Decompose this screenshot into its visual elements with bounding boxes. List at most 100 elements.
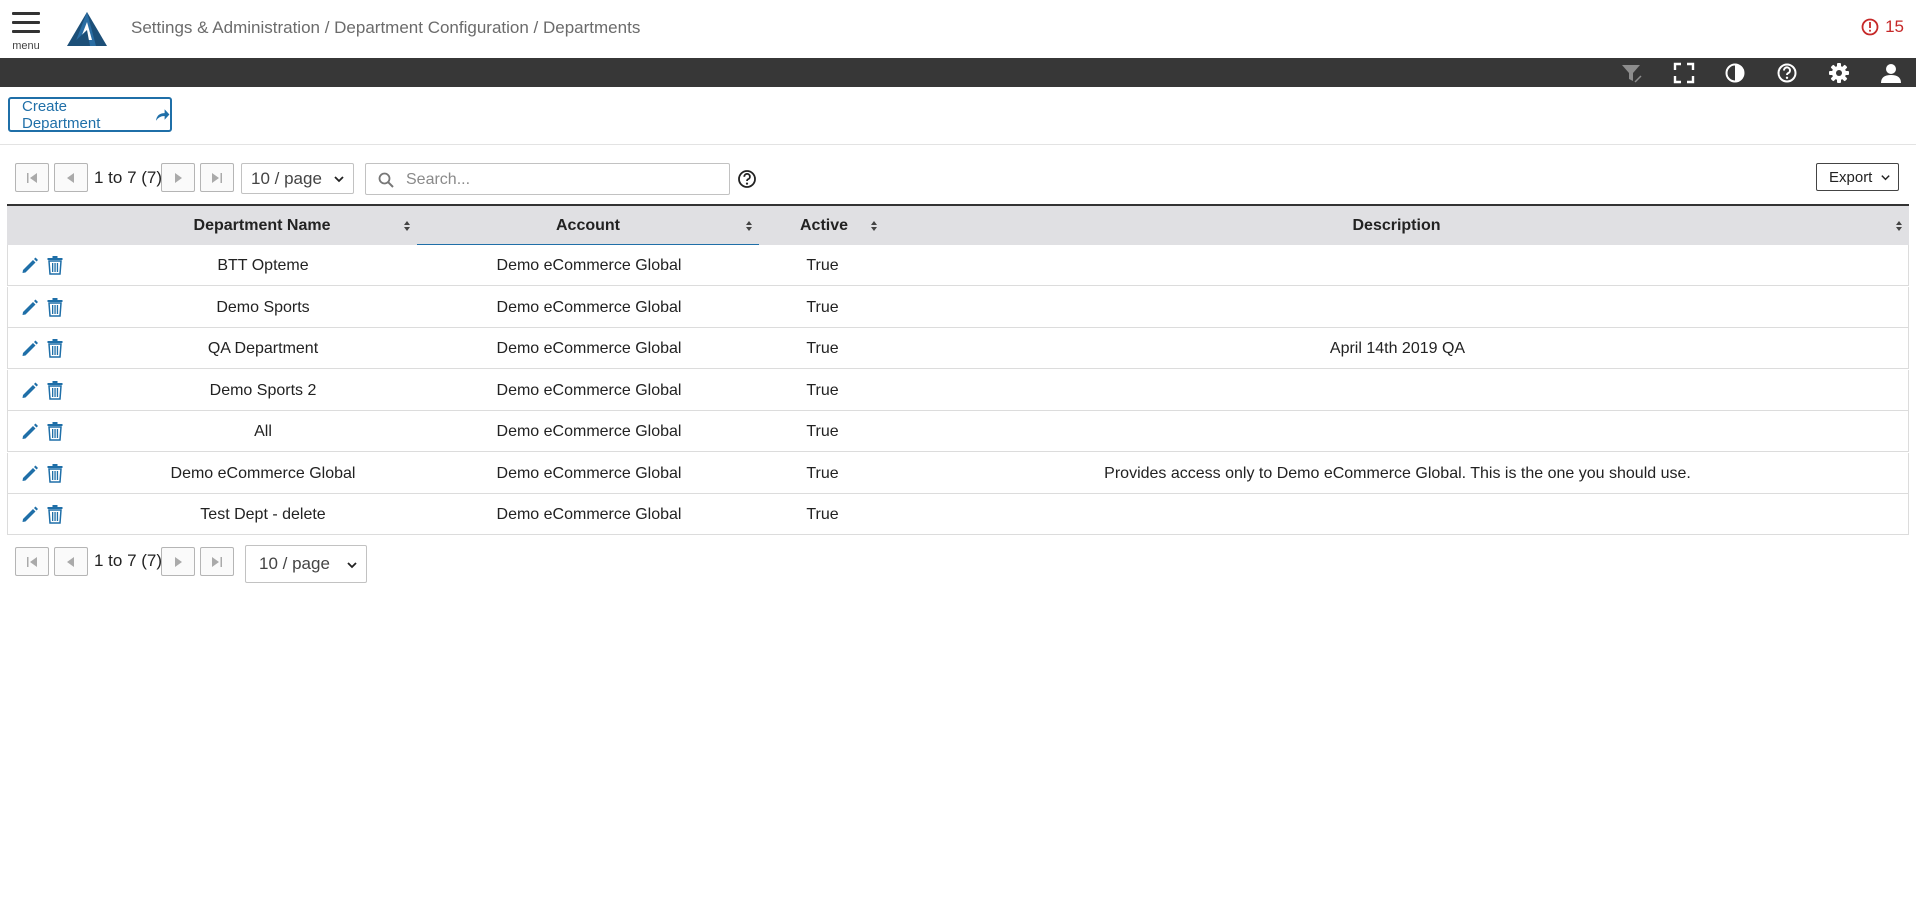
prev-page-icon — [67, 556, 74, 567]
filter-icon[interactable] — [1620, 62, 1642, 84]
edit-icon[interactable] — [20, 338, 38, 358]
last-page-button[interactable] — [200, 163, 234, 192]
delete-icon[interactable] — [46, 297, 64, 317]
column-header-department-name[interactable]: Department Name — [107, 206, 417, 245]
cell-description — [885, 245, 1910, 286]
search-input[interactable] — [404, 168, 718, 192]
delete-icon[interactable] — [46, 255, 64, 275]
alert-count: 15 — [1885, 17, 1904, 36]
create-department-button[interactable]: Create Department — [8, 97, 172, 132]
cell-active: True — [806, 339, 839, 357]
alert-indicator[interactable]: 15 — [1861, 17, 1904, 37]
edit-icon[interactable] — [20, 504, 38, 524]
prev-page-icon — [67, 172, 74, 183]
sort-icon — [871, 221, 877, 231]
table-row: QA Department Demo eCommerce Global True Ap… — [7, 328, 1909, 369]
first-page-button[interactable] — [15, 163, 49, 192]
cell-active: True — [806, 298, 839, 316]
breadcrumb-item-department-configuration[interactable]: Department Configuration — [334, 18, 529, 37]
first-page-button[interactable] — [15, 547, 49, 576]
edit-icon[interactable] — [20, 255, 38, 275]
divider — [0, 144, 1916, 145]
delete-icon[interactable] — [46, 338, 64, 358]
cell-account: Demo eCommerce Global — [496, 256, 682, 274]
sort-icon — [746, 221, 752, 231]
column-header-description[interactable]: Description — [884, 206, 1909, 245]
edit-icon[interactable] — [20, 421, 38, 441]
cell-description — [885, 411, 1910, 452]
breadcrumb-item-settings[interactable]: Settings & Administration — [131, 18, 320, 37]
prev-page-button[interactable] — [54, 547, 88, 576]
last-page-icon — [212, 556, 222, 567]
last-page-button[interactable] — [200, 547, 234, 576]
delete-icon[interactable] — [46, 504, 64, 524]
cell-description: April 14th 2019 QA — [1329, 339, 1466, 357]
page-size-value: 10 / page — [259, 554, 330, 573]
first-page-icon — [27, 556, 37, 567]
toolbar — [0, 58, 1916, 87]
cell-description: Provides access only to Demo eCommerce G… — [1104, 464, 1691, 482]
breadcrumb-item-departments: Departments — [543, 18, 641, 37]
create-department-label: Create Department — [22, 97, 101, 132]
table-row: Demo Sports Demo eCommerce Global True — [7, 287, 1909, 328]
breadcrumb-separator: / — [528, 18, 543, 37]
column-header-label: Active — [800, 216, 849, 234]
column-header-active[interactable]: Active — [759, 206, 884, 245]
cell-active: True — [806, 505, 839, 523]
cell-department-name: BTT Opteme — [217, 256, 309, 274]
last-page-icon — [212, 172, 222, 183]
delete-icon[interactable] — [46, 463, 64, 483]
gear-icon[interactable] — [1828, 62, 1850, 84]
next-page-icon — [175, 172, 182, 183]
export-label: Export — [1829, 168, 1873, 186]
table-row: Demo eCommerce Global Demo eCommerce Glob… — [7, 453, 1909, 494]
edit-icon[interactable] — [20, 297, 38, 317]
cell-description — [885, 494, 1910, 535]
table-row: All Demo eCommerce Global True — [7, 411, 1909, 452]
cell-active: True — [806, 464, 839, 482]
chevron-down-icon — [347, 562, 357, 569]
column-header-label: Department Name — [193, 216, 331, 234]
page-size-select[interactable]: 10 / page — [241, 163, 354, 194]
export-button[interactable]: Export — [1816, 163, 1899, 191]
edit-icon[interactable] — [20, 380, 38, 400]
fullscreen-icon[interactable] — [1673, 62, 1695, 84]
sort-icon — [404, 221, 410, 231]
chevron-down-icon — [334, 176, 344, 183]
edit-icon[interactable] — [20, 463, 38, 483]
next-page-button[interactable] — [161, 547, 195, 576]
help-icon[interactable] — [1776, 62, 1798, 84]
menu-bar-icon — [12, 21, 40, 24]
next-page-button[interactable] — [161, 163, 195, 192]
contrast-icon[interactable] — [1724, 62, 1746, 84]
delete-icon[interactable] — [46, 421, 64, 441]
cell-account: Demo eCommerce Global — [496, 381, 682, 399]
cell-department-name: Demo Sports — [216, 298, 310, 316]
menu-bar-icon — [12, 30, 40, 33]
page-size-select[interactable]: 10 / page — [245, 545, 367, 583]
column-header-account[interactable]: Account — [417, 206, 759, 246]
chevron-down-icon — [1881, 174, 1891, 180]
top-header: menu Settings & Administration / Departm… — [0, 0, 1916, 58]
cell-active: True — [806, 381, 839, 399]
delete-icon[interactable] — [46, 380, 64, 400]
page-range-text: 1 to 7 (7) — [94, 168, 163, 187]
cell-department-name: QA Department — [207, 339, 319, 357]
table-row: BTT Opteme Demo eCommerce Global True — [7, 245, 1909, 286]
sort-icon — [1896, 221, 1902, 231]
table-header: Department Name Account Active Descripti… — [7, 206, 1909, 246]
table-row: Demo Sports 2 Demo eCommerce Global True — [7, 370, 1909, 411]
search-help-icon[interactable] — [737, 169, 757, 189]
menu-button[interactable]: menu — [12, 12, 42, 52]
first-page-icon — [27, 172, 37, 183]
cell-department-name: Demo Sports 2 — [209, 381, 317, 399]
breadcrumb-separator: / — [319, 18, 335, 37]
menu-label: menu — [12, 40, 40, 52]
next-page-icon — [175, 556, 182, 567]
share-arrow-icon — [155, 108, 170, 121]
page-size-value: 10 / page — [251, 168, 322, 188]
company-logo[interactable] — [66, 10, 108, 48]
user-icon[interactable] — [1880, 62, 1902, 84]
search-icon — [378, 172, 394, 188]
prev-page-button[interactable] — [54, 163, 88, 192]
